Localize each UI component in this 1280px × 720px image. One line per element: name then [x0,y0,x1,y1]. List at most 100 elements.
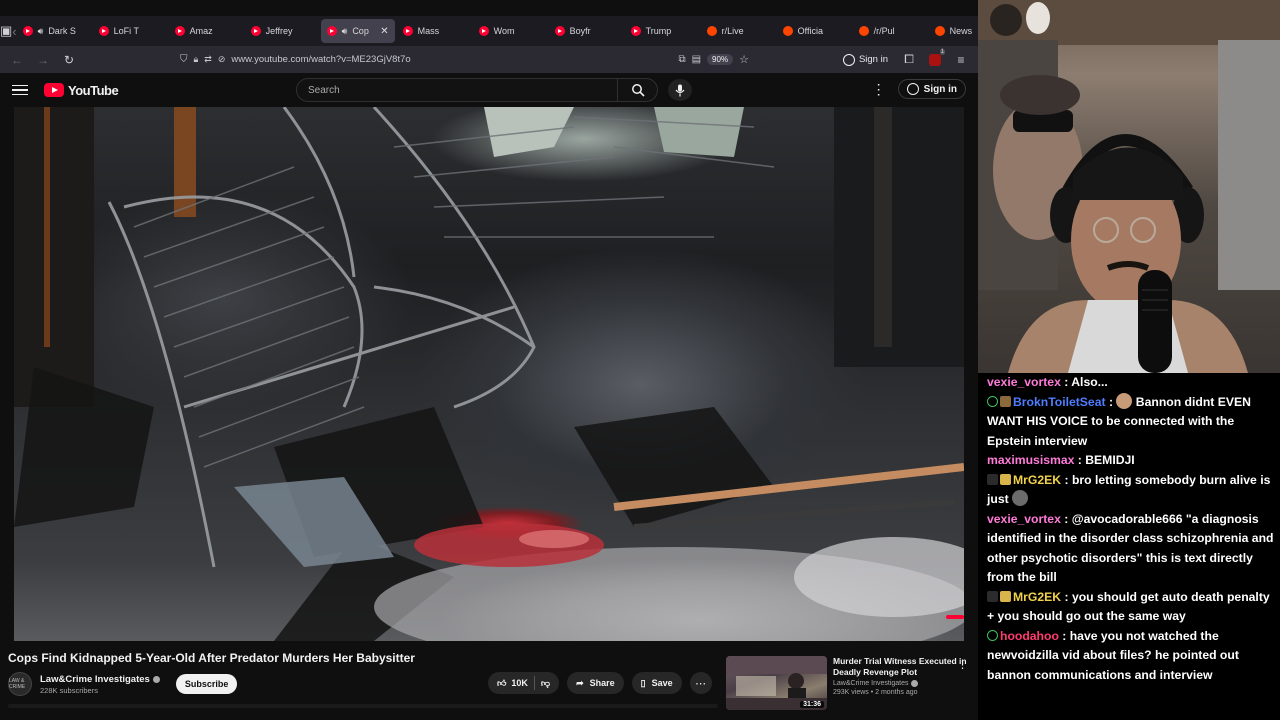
chat-separator: : [1060,375,1072,389]
ublock-icon [929,53,941,66]
tracking-icon[interactable]: ⊘ [218,54,226,65]
thumbs-up-icon: 👍︎ [497,677,507,688]
recommended-stats: 293K views • 2 months ago [833,689,918,696]
forward-button[interactable]: → [32,49,54,71]
picture-in-picture-icon[interactable]: ⧉ [678,54,685,65]
browser-tab[interactable]: r/Live [701,19,775,43]
youtube-favicon-icon [554,26,565,36]
extensions-icon[interactable]: ⧠ [898,49,920,71]
reddit-favicon-icon [934,26,945,36]
menu-icon[interactable]: ≡ [950,49,972,71]
dislike-button[interactable]: 👎︎ [541,678,550,689]
video-title: Cops Find Kidnapped 5-Year-Old After Pre… [8,651,415,665]
browser-tab[interactable]: 🔊︎ Dark S [17,19,91,43]
search-input[interactable]: Search [297,85,617,96]
youtube-masthead: YouTube Search ⋮ Sign in [0,74,978,106]
reader-view-icon[interactable]: ▤ [692,54,701,65]
chat-message: vexie_vortex : @avocadorable666 "a diagn… [987,510,1276,588]
chat-username[interactable]: MrG2EK [1013,590,1061,604]
browser-tab[interactable]: Jeffrey [245,19,319,43]
url-text[interactable]: www.youtube.com/watch?v=ME23GjV8t7o [231,54,672,65]
extension-badge[interactable]: 1 [924,48,946,71]
youtube-favicon-icon [98,26,109,36]
chat-username[interactable]: maximusismax [987,453,1074,467]
browser-tab-label: /r/Pul [873,26,895,36]
reddit-favicon-icon [706,26,717,36]
zoom-level[interactable]: 90% [707,54,734,65]
address-bar[interactable]: ⛉ 🔒︎ ⇄ ⊘ www.youtube.com/watch?v=ME23GjV… [174,49,755,71]
like-divider [533,676,535,690]
recommended-channel-row: Law&Crime Investigates [833,680,974,687]
browser-tab[interactable]: /r/Pul [853,19,927,43]
browser-tab[interactable]: Wom [473,19,547,43]
account-button[interactable]: Sign in [842,53,888,66]
browser-tab-label: News [949,26,973,36]
browser-tab-label: Dark S [48,26,76,36]
recommended-video[interactable]: 31:36 Murder Trial Witness Executed in D… [726,656,974,710]
chat-message: MrG2EK : bro letting somebody burn alive… [987,471,1276,510]
browser-tab[interactable]: Amaz [169,19,243,43]
youtube-logo[interactable]: YouTube [44,83,119,98]
recommended-menu-icon[interactable]: ⋮ [957,658,968,671]
save-button[interactable]: ▯ Save [631,672,682,694]
speaker-icon[interactable]: 🔊︎ [342,26,348,37]
browser-tab-label: Trump [645,26,672,36]
chat-badge-icon [987,395,998,407]
close-tab-icon[interactable]: ✕ [380,26,388,37]
reload-button[interactable]: ↻ [58,49,80,71]
permissions-icon[interactable]: ⇄ [204,54,212,65]
chat-separator: : [1074,453,1086,467]
recommended-thumbnail[interactable]: 31:36 [726,656,827,710]
settings-kebab-icon[interactable]: ⋮ [872,81,886,98]
chat-badge-icon [1000,590,1011,602]
streamer-webcam-image [978,0,1280,373]
chat-username[interactable]: MrG2EK [1013,473,1061,487]
extension-badge-count: 1 [939,48,945,55]
subscribe-button[interactable]: Subscribe [175,674,238,694]
youtube-favicon-icon [478,26,489,36]
tab-overview-icon[interactable]: ▣ [0,20,12,42]
page-scroll-bar[interactable] [8,704,718,708]
lock-icon[interactable]: 🔒︎ [194,54,199,65]
speaker-icon[interactable]: 🔊︎ [38,26,44,37]
browser-tab[interactable]: Mass [397,19,471,43]
chat-badge-icon [987,629,998,641]
browser-tab-label: Wom [493,26,515,36]
video-progress-indicator [946,615,964,619]
like-button[interactable]: 👍︎ 10K [497,678,528,689]
youtube-favicon-icon [402,26,413,36]
channel-avatar[interactable]: LAW & CRIME [8,672,32,696]
video-player[interactable] [14,107,964,641]
shield-icon[interactable]: ⛉ [180,54,188,65]
chat-username[interactable]: vexie_vortex [987,375,1061,389]
browser-tab[interactable]: Trump [625,19,699,43]
channel-name-row[interactable]: Law&Crime Investigates [40,674,160,685]
chat-username[interactable]: hoodahoo [1000,629,1059,643]
back-button[interactable]: ← [6,49,28,71]
chat-username[interactable]: BroknToiletSeat [1013,395,1106,409]
browser-tab[interactable]: News [929,19,978,43]
browser-tab[interactable]: Officia [777,19,851,43]
chat-panel: vexie_vortex : Also... BroknToiletSeat : … [978,373,1280,720]
browser-tab-label: Officia [797,26,823,36]
stream-overlay: vexie_vortex : Also... BroknToiletSeat : … [978,0,1280,720]
recommended-channel[interactable]: Law&Crime Investigates [833,680,908,687]
chat-username[interactable]: vexie_vortex [987,512,1061,526]
browser-tab[interactable]: Boyfr [549,19,623,43]
more-actions-button[interactable]: ⋯ [689,672,712,694]
bookmark-star-icon[interactable]: ☆ [739,53,749,66]
channel-name[interactable]: Law&Crime Investigates [40,674,150,685]
search-button[interactable] [617,79,657,101]
recommended-title[interactable]: Murder Trial Witness Executed in Deadly … [833,656,974,678]
chat-message: maximusismax : BEMIDJI [987,451,1276,471]
browser-tab[interactable]: LoFi T [93,19,167,43]
youtube-sign-in-button[interactable]: Sign in [897,79,966,99]
chat-separator: : [1061,472,1072,487]
browser-tab[interactable]: 🔊︎ Cop ✕ [320,19,395,43]
voice-search-button[interactable] [668,79,692,101]
chat-separator: : [1105,394,1117,409]
browser-window: ▣ ‹ 🔊︎ Dark S LoFi T Amaz Jeffrey 🔊︎ Cop ✕ Mass W… [0,0,978,720]
share-button[interactable]: ➦ Share [567,672,624,694]
guide-menu-icon[interactable] [12,84,28,96]
save-label: Save [651,678,673,688]
